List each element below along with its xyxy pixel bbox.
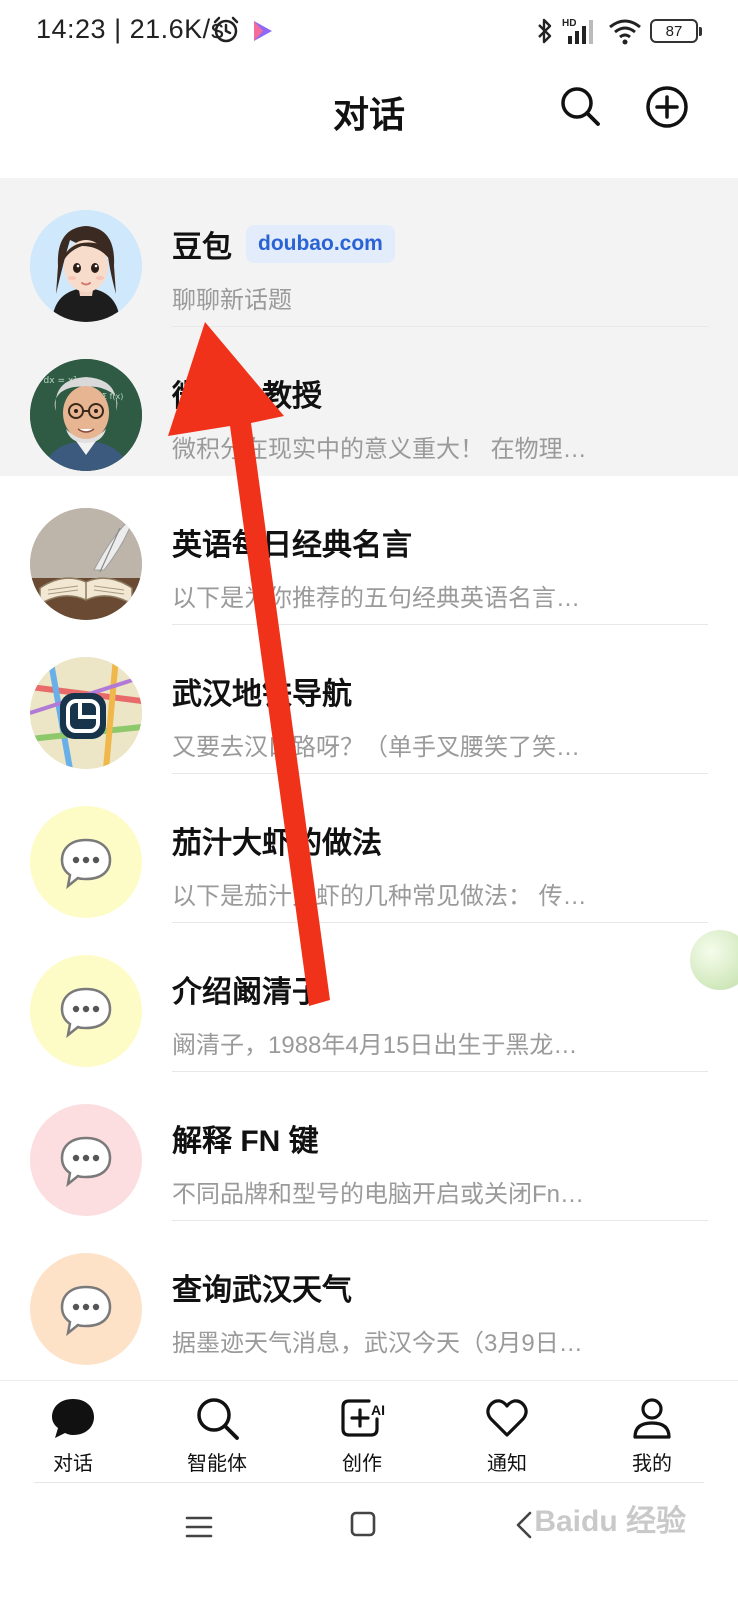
conversation-item[interactable]: 豆包 doubao.com 聊聊新话题 (0, 178, 738, 327)
tab-create[interactable]: AI 创作 (307, 1395, 417, 1476)
menu-icon[interactable] (184, 1512, 214, 1542)
tab-label: 我的 (632, 1453, 672, 1475)
header: 对话 (0, 64, 738, 176)
bottom-tab-bar: 对话 智能体 AI 创作 通知 我的 (0, 1380, 738, 1480)
status-icons: HD 87 (536, 14, 702, 48)
conversation-title: 茄汁大虾的做法 (172, 818, 382, 862)
conversation-preview: 据墨迹天气消息，武汉今天（3月9日… (172, 1330, 583, 1357)
conversation-title-text: 武汉地铁导航 (172, 678, 352, 711)
conversation-item[interactable]: ∫ dx = x² Σ f(x) 微积分教授 微积分在现实中的意义重大！ 在物理… (0, 327, 738, 476)
chat-bubble-icon (60, 987, 112, 1039)
metro-avatar (30, 657, 142, 769)
system-navigation-bar: Baidu 经验 (0, 1482, 738, 1600)
conversation-title: 微积分教授 (172, 371, 322, 415)
conversation-title-text: 解释 FN 键 (172, 1125, 319, 1158)
tab-agents[interactable]: 智能体 (162, 1395, 272, 1476)
conversation-title: 介绍阚清子 (172, 967, 322, 1011)
chat-bubble-icon (60, 838, 112, 890)
chat-bubble-avatar (30, 955, 142, 1067)
add-icon[interactable] (644, 84, 690, 130)
conversation-preview: 不同品牌和型号的电脑开启或关闭Fn… (172, 1181, 585, 1208)
chat-bubble-icon (60, 1136, 112, 1188)
conversation-item[interactable]: 解释 FN 键 不同品牌和型号的电脑开启或关闭Fn… (0, 1072, 738, 1221)
domain-tag: doubao.com (246, 225, 395, 263)
profile-icon (633, 1398, 671, 1439)
conversation-list: 豆包 doubao.com 聊聊新话题 ∫ dx = x² Σ f(x) 微积分… (0, 178, 738, 1370)
chat-icon (52, 1399, 94, 1438)
conversation-title-text: 微积分教授 (172, 380, 322, 413)
tab-label: 通知 (487, 1453, 527, 1475)
tab-chat[interactable]: 对话 (18, 1395, 128, 1476)
tab-label: 对话 (53, 1453, 93, 1475)
conversation-item[interactable]: 介绍阚清子 阚清子，1988年4月15日出生于黑龙… (0, 923, 738, 1072)
conversation-title: 英语每日经典名言 (172, 520, 412, 564)
conversation-title: 豆包 doubao.com (172, 222, 395, 266)
create-ai-icon: AI (341, 1399, 385, 1437)
book-avatar (30, 508, 142, 620)
svg-text:HD: HD (562, 18, 576, 29)
home-icon[interactable] (349, 1510, 377, 1538)
status-bar: 14:23 | 21.6K/s HD 87 (0, 0, 738, 64)
conversation-title-text: 查询武汉天气 (172, 1274, 352, 1307)
conversation-title: 解释 FN 键 (172, 1116, 319, 1160)
divider (34, 1482, 704, 1483)
conversation-preview: 又要去汉口路呀？（单手叉腰笑了笑… (172, 734, 580, 761)
battery-level: 87 (665, 22, 683, 40)
search-icon (197, 1398, 239, 1440)
wifi-icon (609, 19, 641, 45)
conversation-title: 武汉地铁导航 (172, 669, 352, 713)
chat-bubble-avatar (30, 1253, 142, 1365)
conversation-preview: 微积分在现实中的意义重大！ 在物理… (172, 436, 587, 463)
conversation-title-text: 英语每日经典名言 (172, 529, 412, 562)
chat-bubble-avatar (30, 806, 142, 918)
conversation-title: 查询武汉天气 (172, 1265, 352, 1309)
conversation-item[interactable]: 茄汁大虾的做法 以下是茄汁大虾的几种常见做法： 传… (0, 774, 738, 923)
conversation-preview: 阚清子，1988年4月15日出生于黑龙… (172, 1032, 578, 1059)
chat-bubble-icon (60, 1285, 112, 1337)
conversation-item[interactable]: 查询武汉天气 据墨迹天气消息，武汉今天（3月9日… (0, 1221, 738, 1370)
search-icon[interactable] (558, 84, 602, 128)
conversation-preview: 以下是茄汁大虾的几种常见做法： 传… (172, 883, 587, 910)
chat-bubble-avatar (30, 1104, 142, 1216)
bluetooth-icon (538, 18, 552, 44)
watermark: Baidu 经验 (534, 1505, 686, 1538)
heart-icon (486, 1399, 528, 1437)
page-title: 对话 (332, 94, 405, 135)
video-app-icon (254, 21, 272, 41)
tab-label: 创作 (342, 1453, 382, 1475)
conversation-item[interactable]: 武汉地铁导航 又要去汉口路呀？（单手叉腰笑了笑… (0, 625, 738, 774)
professor-avatar: ∫ dx = x² Σ f(x) (30, 359, 142, 471)
conversation-title-text: 介绍阚清子 (172, 976, 322, 1009)
battery-indicator: 87 (650, 19, 702, 43)
conversation-preview: 以下是为你推荐的五句经典英语名言… (172, 585, 580, 612)
cellular-signal-icon: HD (562, 18, 593, 44)
tab-notifications[interactable]: 通知 (452, 1395, 562, 1476)
conversation-preview: 聊聊新话题 (172, 287, 292, 314)
status-time: 14:23 | 21.6K/s (36, 14, 225, 44)
svg-text:AI: AI (371, 1402, 385, 1418)
conversation-title-text: 茄汁大虾的做法 (172, 827, 382, 860)
back-icon[interactable] (512, 1510, 536, 1540)
conversation-item[interactable]: 英语每日经典名言 以下是为你推荐的五句经典英语名言… (0, 476, 738, 625)
tab-profile[interactable]: 我的 (597, 1395, 707, 1476)
tab-label: 智能体 (187, 1453, 247, 1475)
girl-avatar (30, 210, 142, 322)
conversation-title-text: 豆包 (172, 231, 232, 264)
alarm-icon (213, 16, 239, 43)
